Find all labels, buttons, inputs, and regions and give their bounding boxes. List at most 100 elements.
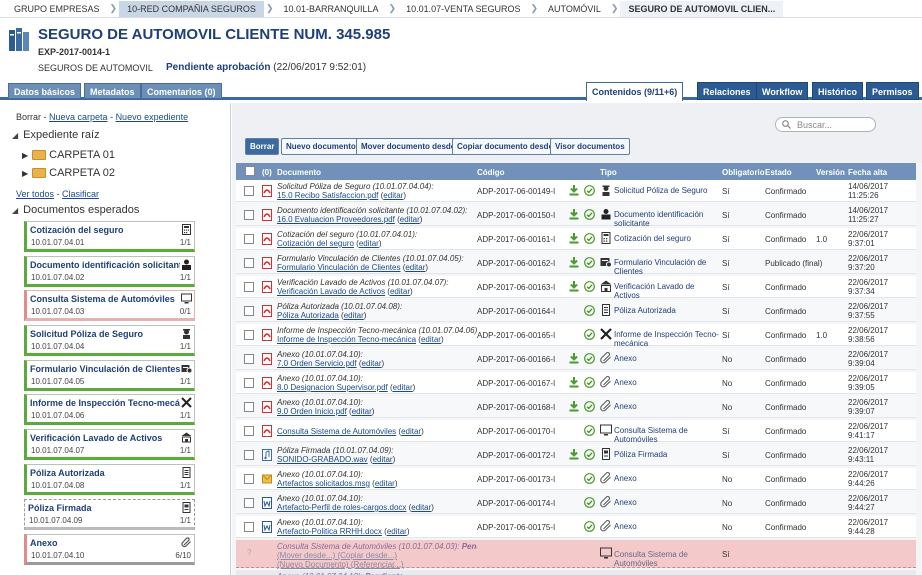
copy-document-button[interactable]: Copiar documento desde [452,138,559,155]
tab-datos-basicos[interactable]: Datos básicos [8,83,82,99]
view-all-link[interactable]: Ver todos [16,189,54,199]
row-checkbox[interactable] [244,282,254,292]
tab-comentarios[interactable]: Comentarios (0) [141,83,222,99]
document-link[interactable]: Cotización del seguro [277,239,354,248]
expected-doc-card[interactable]: Cotización del seguro 10.01.07.04.01 1/1 [24,221,195,252]
row-checkbox[interactable] [244,498,254,508]
expected-doc-card[interactable]: Informe de Inspección Tecno-mecánica 10.… [24,394,195,425]
edit-link[interactable]: editar [400,215,420,224]
new-expedient-link[interactable]: Nuevo expediente [116,112,189,122]
document-link[interactable]: SONIDO-GRABADO.wav [277,455,368,464]
document-link[interactable]: Consulta Sistema de Automóviles [277,427,396,436]
search-input[interactable]: Buscar... [775,117,876,132]
document-link[interactable]: Artefacto-Perfil de roles-cargos.docx [277,503,406,512]
edit-link[interactable]: editar [393,383,413,392]
edit-link[interactable]: editar [387,527,407,536]
edit-link[interactable]: editar [359,239,379,248]
move-copy-links[interactable]: (Mover desde...) (Copiar desde...) [277,551,397,560]
table-row[interactable]: Cotización del seguro (10.01.07.04.01): C… [236,228,916,250]
expected-doc-card[interactable]: Anexo 10.01.07.04.10 6/10 [24,534,195,565]
row-checkbox[interactable] [244,522,254,532]
tab-historico[interactable]: Histórico [812,82,864,100]
breadcrumb-item[interactable]: 10.01-BARRANQUILLA [276,1,387,17]
table-row[interactable]: Verificación Lavado de Activos (10.01.07… [236,276,916,300]
row-checkbox[interactable] [244,474,254,484]
move-document-button[interactable]: Mover documento desde [356,138,461,155]
tab-contenidos[interactable]: Contenidos (9/11+6) [586,82,684,101]
document-link[interactable]: Póliza Autorizada [277,311,339,320]
select-all-checkbox[interactable] [245,166,255,176]
document-link[interactable]: 8.0 Designacion Supervisor.pdf [277,383,388,392]
document-link[interactable]: Artefacto-Politica RRHH.docx [277,527,382,536]
new-folder-link[interactable]: Nueva carpeta [49,112,108,122]
tab-relaciones[interactable]: Relaciones [697,82,757,100]
edit-link[interactable]: editar [375,479,395,488]
row-checkbox[interactable] [244,450,254,460]
row-checkbox[interactable] [244,306,254,316]
delete-link[interactable]: Borrar [16,112,41,122]
document-link[interactable]: Formulario Vinculación de Clientes [277,263,400,272]
document-link[interactable]: Artefactos solicitados.msg [277,479,370,488]
expand-icon[interactable]: ▶ [22,169,28,178]
row-checkbox[interactable] [244,258,254,268]
expected-doc-card[interactable]: Póliza Autorizada 10.01.07.04.08 1/1 [24,464,195,495]
pending-row[interactable]: ? Consulta Sistema de Automóviles (10.01.… [236,540,916,569]
edit-link[interactable]: editar [405,263,425,272]
table-row[interactable]: Póliza Autorizada (10.01.07.04.08): Póliz… [236,300,916,322]
row-checkbox[interactable] [244,186,254,196]
table-row[interactable]: Póliza Firmada (10.01.07.04.09): SONIDO-G… [236,444,916,466]
tree-root[interactable]: ◢ Expediente raíz [12,129,100,141]
edit-link[interactable]: editar [344,311,364,320]
row-checkbox[interactable] [244,354,254,364]
edit-link[interactable]: editar [421,335,441,344]
table-row[interactable]: Anexo (10.01.07.04.10): Artefactos solici… [236,468,916,490]
expected-doc-card[interactable]: Verificación Lavado de Activos 10.01.07.… [24,429,195,460]
breadcrumb-item[interactable]: 10.01.07-VENTA SEGUROS [398,1,528,17]
table-row[interactable]: Anexo (10.01.07.04.10): 7.0 Orden Servici… [236,348,916,370]
collapse-icon[interactable]: ◢ [12,131,18,140]
download-icon[interactable] [569,281,579,292]
table-row[interactable]: Anexo (10.01.07.04.10): 8.0 Designacion S… [236,372,916,394]
folder-item[interactable]: ▶ CARPETA 01 [22,149,115,161]
edit-link[interactable]: editar [383,191,403,200]
document-link[interactable]: 16.0 Evaluacion Proveedores.pdf [277,215,395,224]
tab-workflow[interactable]: Workflow [756,82,809,100]
expected-doc-card[interactable]: Documento identificación solicitante 10.… [24,256,195,287]
download-icon[interactable] [569,353,579,364]
download-icon[interactable] [569,209,579,220]
table-row[interactable]: Anexo (10.01.07.04.10): Artefacto-Politic… [236,516,916,538]
document-link[interactable]: Verificación Lavado de Activos [277,287,385,296]
breadcrumb-item[interactable]: 10-RED COMPAÑIA SEGUROS [119,0,264,17]
new-reference-links[interactable]: (Nuevo Documento) (Referenciar...) [277,560,404,569]
download-icon[interactable] [569,449,579,460]
table-row[interactable]: Anexo (10.01.07.04.10): Artefacto-Perfil … [236,492,916,514]
edit-link[interactable]: editar [373,455,393,464]
table-row[interactable]: Documento identificación solicitante (10… [236,204,916,228]
download-icon[interactable] [569,185,579,196]
expected-doc-card[interactable]: Solicitud Póliza de Seguro 10.01.07.04.0… [24,325,195,356]
tab-metadatos[interactable]: Metadatos [84,83,141,99]
table-row[interactable]: Consulta Sistema de Automóviles (editar)… [236,420,916,444]
edit-link[interactable]: editar [390,287,410,296]
breadcrumb-item[interactable]: AUTOMÓVIL [540,1,609,17]
row-checkbox[interactable] [244,234,254,244]
table-row[interactable]: Formulario Vinculación de Clientes (10.0… [236,252,916,276]
document-viewer-button[interactable]: Visor documentos [550,138,630,155]
document-link[interactable]: Informe de Inspección Tecno-mecánica [277,335,416,344]
new-document-button[interactable]: Nuevo documento [281,138,361,155]
row-checkbox[interactable] [244,210,254,220]
document-link[interactable]: 15.0 Recibo Satisfaccion.pdf [277,191,378,200]
row-checkbox[interactable] [244,330,254,340]
expand-icon[interactable]: ▶ [22,151,28,160]
download-icon[interactable] [569,377,579,388]
edit-link[interactable]: editar [352,407,372,416]
edit-link[interactable]: editar [401,427,421,436]
delete-button[interactable]: Borrar [245,138,280,155]
download-icon[interactable] [569,401,579,412]
download-icon[interactable] [569,257,579,268]
row-checkbox[interactable] [244,426,254,436]
row-checkbox[interactable] [244,402,254,412]
document-link[interactable]: 9.0 Orden Inicio.pdf [277,407,347,416]
download-icon[interactable] [569,233,579,244]
expected-doc-card[interactable]: Formulario Vinculación de Clientes 10.01… [24,360,195,391]
